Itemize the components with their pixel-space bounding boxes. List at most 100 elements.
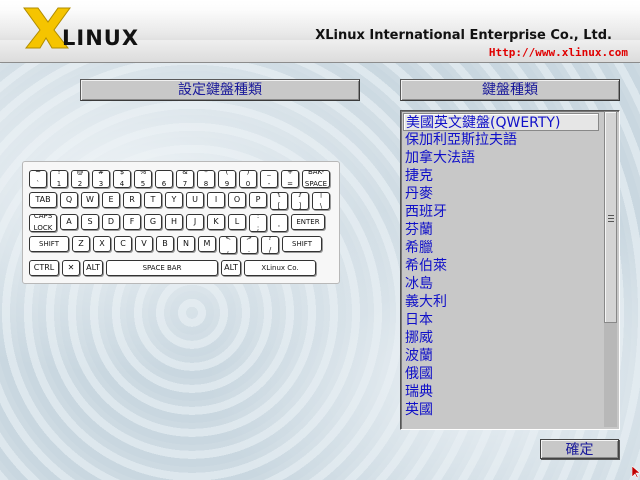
key: >. (240, 236, 258, 254)
key-bottom-label: = (287, 180, 293, 188)
key: " ' (270, 214, 288, 232)
key: ! 1 (50, 170, 68, 188)
key: | \ (312, 192, 330, 210)
list-scrollbar-thumb[interactable] (604, 111, 617, 323)
key-top-label: % (139, 170, 147, 176)
keyboard-type-item[interactable]: 捷克 (403, 167, 433, 185)
key: <, (219, 236, 237, 254)
key: + = (281, 170, 299, 188)
keyboard-settings-title: 設定鍵盤種類 (80, 79, 360, 101)
keyboard-type-item[interactable]: 挪威 (403, 329, 433, 347)
keyboard-type-item[interactable]: 冰島 (403, 275, 433, 293)
key-g: G (144, 214, 162, 230)
keyboard-type-item[interactable]: 日本 (403, 311, 433, 329)
key-top-label: $ (119, 170, 125, 176)
key-top-label: ! (57, 170, 61, 176)
keyboard-type-item[interactable]: 西班牙 (403, 203, 447, 221)
key: BAK- SPACE (302, 170, 330, 188)
key-bottom-label: 3 (98, 180, 104, 188)
key-alt: ALT (221, 260, 241, 276)
key-top-label: ^ (161, 170, 167, 176)
key-h: H (165, 214, 183, 230)
key-top-label: } (297, 192, 303, 198)
key-v: V (135, 236, 153, 252)
keyboard-type-item[interactable]: 芬蘭 (403, 221, 433, 239)
key-x: X (93, 236, 111, 252)
keyboard-type-item[interactable]: 保加利亞斯拉夫語 (403, 131, 517, 149)
key-top-label: * (204, 170, 208, 176)
keyboard-type-item[interactable]: 義大利 (403, 293, 447, 311)
key-bottom-label: 4 (119, 180, 125, 188)
key-s: S (81, 214, 99, 230)
key-top-label: _ (267, 170, 271, 176)
key: * 8 (197, 170, 215, 188)
key: {[ (270, 192, 288, 210)
key-bottom-label: - (267, 180, 271, 188)
ok-button[interactable]: 確定 (540, 439, 619, 459)
keyboard-type-item[interactable]: 波蘭 (403, 347, 433, 365)
key-top-label: " (277, 214, 281, 220)
mouse-cursor-icon (632, 466, 640, 478)
key-bottom-label: 6 (161, 180, 167, 188)
key-ctrl: CTRL (29, 260, 59, 276)
key-n: N (177, 236, 195, 252)
keyboard-type-list[interactable]: 美國英文鍵盤(QWERTY) 保加利亞斯拉夫語 加拿大法語 捷克 丹麥 西班牙 芬蘭 希臘 希伯… (400, 110, 620, 430)
key-q: Q (60, 192, 78, 208)
keyboard-type-item[interactable]: 瑞典 (403, 383, 433, 401)
company-url[interactable]: Http://www.xlinux.com (489, 46, 628, 59)
key-bottom-label: \ (319, 202, 323, 210)
key-w: W (81, 192, 99, 208)
key-bottom-label: ; (256, 224, 260, 232)
key-t: T (144, 192, 162, 208)
keyboard-type-item[interactable]: 俄國 (403, 365, 433, 383)
key: (9 (218, 170, 236, 188)
key-a: A (60, 214, 78, 230)
key-bottom-label: , (226, 246, 230, 254)
key-p: P (249, 192, 267, 208)
key-bottom-label: LOCK (33, 224, 53, 232)
key-bottom-label: SPACE (304, 180, 328, 188)
key-enter: ENTER (291, 214, 325, 230)
key-top-label: < (225, 236, 231, 242)
header-banner: LINUX XLinux International Enterprise Co… (0, 0, 640, 63)
key-k: K (207, 214, 225, 230)
key-bottom-label: 9 (224, 180, 230, 188)
key-bottom-label: ` (36, 180, 40, 188)
keyboard-type-item[interactable]: 加拿大法語 (403, 149, 475, 167)
key: _ - (260, 170, 278, 188)
keyboard-type-item[interactable]: 美國英文鍵盤(QWERTY) (403, 113, 599, 131)
key: ^ 6 (155, 170, 173, 188)
key-top-label: CAPS (33, 214, 53, 220)
key: $4 (113, 170, 131, 188)
key-z: Z (72, 236, 90, 252)
key: #3 (92, 170, 110, 188)
key-m: M (198, 236, 216, 252)
key-e: E (102, 192, 120, 208)
key: ~ ` (29, 170, 47, 188)
key-bottom-label: 8 (203, 180, 209, 188)
keyboard-type-item[interactable]: 丹麥 (403, 185, 433, 203)
key-shift: SHIFT (29, 236, 69, 252)
key-c: C (114, 236, 132, 252)
key-d: D (102, 214, 120, 230)
keyboard-type-item[interactable]: 希伯萊 (403, 257, 447, 275)
key-top-label: : (256, 214, 260, 220)
key-bottom-label: 1 (56, 180, 62, 188)
key-top-label: ? (268, 236, 272, 242)
key-u: U (186, 192, 204, 208)
keyboard-type-item[interactable]: 英國 (403, 401, 433, 419)
key-r: R (123, 192, 141, 208)
key: % 5 (134, 170, 152, 188)
key-bottom-label: [ (277, 202, 281, 210)
key-top-label: @ (76, 170, 84, 176)
key-top-label: > (246, 236, 252, 242)
key-space-bar: SPACE BAR (106, 260, 218, 276)
keyboard-type-item[interactable]: 希臘 (403, 239, 433, 257)
keyboard-illustration: ~ `! 1 @2 #3 $4% 5 ^ 6 & 7 * 8(9) 0 _ - + = BAK- SPACE TAB Q W… (22, 161, 340, 284)
key: & 7 (176, 170, 194, 188)
key: CAPS LOCK (29, 214, 57, 232)
key-top-label: ) (246, 170, 250, 176)
key-bottom-label: 5 (140, 180, 146, 188)
key-bottom-label: ] (298, 202, 302, 210)
key--: ✕ (62, 260, 80, 276)
